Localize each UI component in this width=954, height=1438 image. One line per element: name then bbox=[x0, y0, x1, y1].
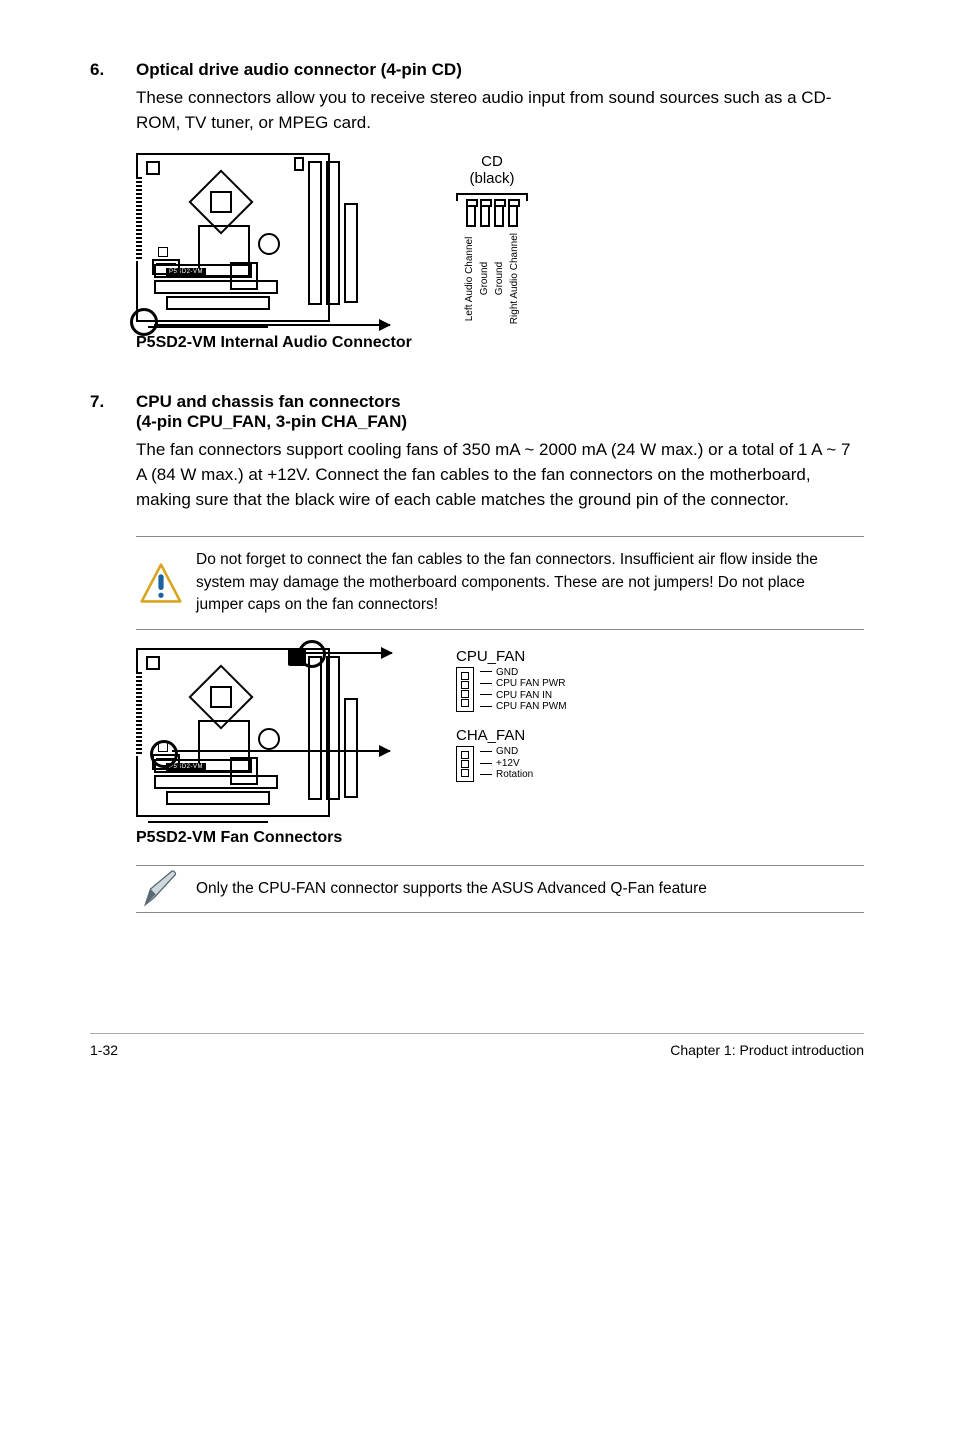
section-number: 7. bbox=[90, 392, 136, 412]
cha-fan-marker bbox=[150, 740, 178, 768]
page-number: 1-32 bbox=[90, 1042, 118, 1058]
fan-headers-detail: CPU_FAN GND CPU FAN PWR CPU FAN IN CPU F… bbox=[456, 648, 567, 796]
chapter-title: Chapter 1: Product introduction bbox=[670, 1042, 864, 1058]
section-body: These connectors allow you to receive st… bbox=[136, 86, 864, 135]
page-footer: 1-32 Chapter 1: Product introduction bbox=[90, 1033, 864, 1058]
pin-labels: Left Audio Channel Ground Ground Right A… bbox=[456, 233, 528, 324]
note-text: Only the CPU-FAN connector supports the … bbox=[196, 880, 707, 897]
pin-header-icon bbox=[456, 205, 528, 227]
arrow-icon bbox=[172, 750, 390, 752]
cpu-fan-pins: GND CPU FAN PWR CPU FAN IN CPU FAN PWM bbox=[480, 667, 567, 713]
fan-header-icon bbox=[456, 667, 474, 712]
cd-connector-detail: CD (black) Left Audio Channel Ground Gro… bbox=[456, 153, 528, 324]
section-number: 6. bbox=[90, 60, 136, 80]
cpu-fan-block: CPU_FAN GND CPU FAN PWR CPU FAN IN CPU F… bbox=[456, 648, 567, 713]
warning-icon bbox=[140, 562, 182, 604]
arrow-icon bbox=[154, 324, 390, 326]
cpu-fan-marker bbox=[298, 640, 326, 668]
diagram-caption: P5SD2-VM Internal Audio Connector bbox=[136, 334, 864, 352]
fan-header-icon bbox=[456, 746, 474, 782]
note-icon bbox=[140, 868, 182, 910]
section-body: The fan connectors support cooling fans … bbox=[136, 438, 864, 512]
section-fan-connectors: 7. CPU and chassis fan connectors (4-pin… bbox=[90, 392, 864, 913]
connector-color: (black) bbox=[456, 170, 528, 187]
section-title: Optical drive audio connector (4-pin CD) bbox=[136, 60, 462, 80]
section-title: CPU and chassis fan connectors (4-pin CP… bbox=[136, 392, 407, 432]
connector-location-marker bbox=[130, 308, 158, 336]
diagram-caption: P5SD2-VM Fan Connectors bbox=[136, 829, 864, 847]
warning-text: Do not forget to connect the fan cables … bbox=[196, 551, 818, 613]
diagram-internal-audio: P5SD2-VM CD (black) bbox=[136, 153, 864, 330]
connector-name: CD bbox=[456, 153, 528, 170]
warning-note: Do not forget to connect the fan cables … bbox=[136, 536, 864, 629]
info-note: Only the CPU-FAN connector supports the … bbox=[136, 865, 864, 913]
cpu-fan-name: CPU_FAN bbox=[456, 648, 567, 665]
diagram-fan-connectors: P5SD2-VM CPU bbox=[136, 648, 864, 825]
cha-fan-name: CHA_FAN bbox=[456, 727, 567, 744]
section-optical-drive: 6. Optical drive audio connector (4-pin … bbox=[90, 60, 864, 352]
cha-fan-pins: GND +12V Rotation bbox=[480, 746, 533, 781]
motherboard-outline: P5SD2-VM bbox=[136, 648, 330, 817]
cha-fan-block: CHA_FAN GND +12V Rotation bbox=[456, 727, 567, 782]
motherboard-outline: P5SD2-VM bbox=[136, 153, 330, 322]
arrow-icon bbox=[296, 652, 392, 654]
